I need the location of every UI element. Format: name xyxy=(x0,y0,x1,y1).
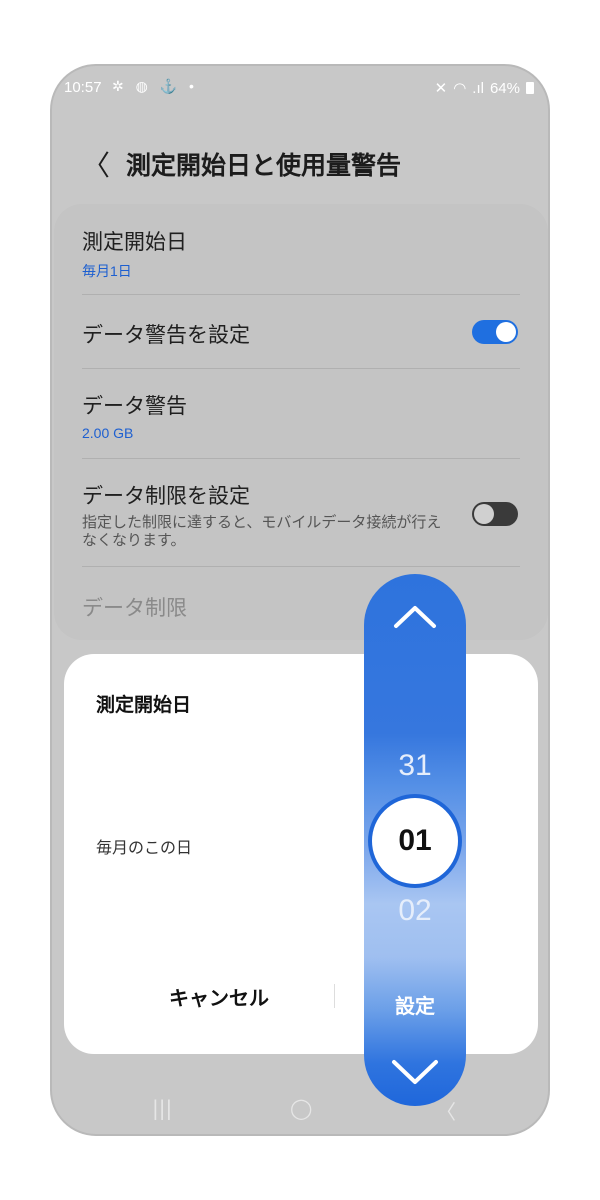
picker-previous-value[interactable]: 31 xyxy=(364,749,466,783)
dialog-title: 測定開始日 xyxy=(96,695,192,716)
setting-data-limit-toggle[interactable]: データ制限を設定 指定した制限に達すると、モバイルデータ接続が行えなくなります。 xyxy=(82,480,520,550)
status-bar: 10:57 ✲ ◍ ⚓ • ✕ ◠ .ıl 64% xyxy=(52,66,548,110)
app-header: 〈 測定開始日と使用量警告 xyxy=(82,144,401,184)
switch-knob xyxy=(474,504,494,524)
set-button[interactable]: 設定 xyxy=(380,990,450,1019)
home-icon[interactable]: ◯ xyxy=(290,1096,312,1120)
setting-data-warning-toggle-label: データ警告を設定 xyxy=(82,324,250,347)
page-title: 測定開始日と使用量警告 xyxy=(126,152,402,180)
start-day-dialog: 測定開始日 毎月のこの日 キャンセル xyxy=(64,654,538,1054)
picker-selected-value[interactable]: 01 xyxy=(372,798,458,884)
nav-back-icon[interactable]: 〈 xyxy=(436,1096,456,1125)
setting-data-limit-description: 指定した制限に達すると、モバイルデータ接続が行えなくなります。 xyxy=(82,514,442,549)
divider xyxy=(82,566,520,567)
switch-knob xyxy=(496,322,516,342)
status-right: ✕ ◠ .ıl 64% xyxy=(435,79,534,97)
dialog-day-label: 毎月のこの日 xyxy=(96,840,193,857)
setting-start-day-value: 毎月1日 xyxy=(82,263,132,279)
battery-icon xyxy=(526,82,534,94)
setting-data-limit-toggle-label: データ制限を設定 xyxy=(82,485,250,508)
data-warning-switch[interactable] xyxy=(472,320,518,344)
picker-next-value[interactable]: 02 xyxy=(364,894,466,928)
picker-selected-ring: 01 xyxy=(368,794,462,888)
cancel-button[interactable]: キャンセル xyxy=(144,982,294,1011)
mute-icon: ✕ xyxy=(434,80,448,97)
navigation-bar: ||| ◯ 〈 xyxy=(52,1074,548,1134)
setting-start-day[interactable]: 測定開始日 毎月1日 xyxy=(82,226,520,281)
data-limit-switch[interactable] xyxy=(472,502,518,526)
chevron-down-icon[interactable] xyxy=(364,1050,466,1090)
back-icon[interactable]: 〈 xyxy=(82,144,126,184)
signal-icon: .ıl xyxy=(472,79,484,97)
button-divider xyxy=(334,984,335,1008)
battery-percent: 64% xyxy=(489,79,520,97)
setting-data-warning-value: 2.00 GB xyxy=(82,425,134,441)
divider xyxy=(82,294,520,295)
day-picker-wheel[interactable]: 31 01 02 設定 xyxy=(364,574,466,1106)
status-time: 10:57 xyxy=(64,79,102,96)
divider xyxy=(82,458,520,459)
settings-card: 測定開始日 毎月1日 データ警告を設定 データ警告 2.00 GB データ制限を… xyxy=(54,204,548,640)
notification-icons: ✲ ◍ ⚓ • xyxy=(112,78,198,94)
wifi-icon: ◠ xyxy=(453,80,467,97)
setting-data-warning-label: データ警告 xyxy=(82,395,187,418)
phone-screen: 10:57 ✲ ◍ ⚓ • ✕ ◠ .ıl 64% 〈 測定開始日と使用量警告 … xyxy=(50,64,550,1136)
setting-start-day-label: 測定開始日 xyxy=(82,231,187,254)
recent-apps-icon[interactable]: ||| xyxy=(152,1096,172,1120)
chevron-up-icon[interactable] xyxy=(364,596,466,636)
divider xyxy=(82,368,520,369)
setting-data-warning[interactable]: データ警告 2.00 GB xyxy=(82,390,520,441)
setting-data-warning-toggle[interactable]: データ警告を設定 xyxy=(82,319,520,349)
